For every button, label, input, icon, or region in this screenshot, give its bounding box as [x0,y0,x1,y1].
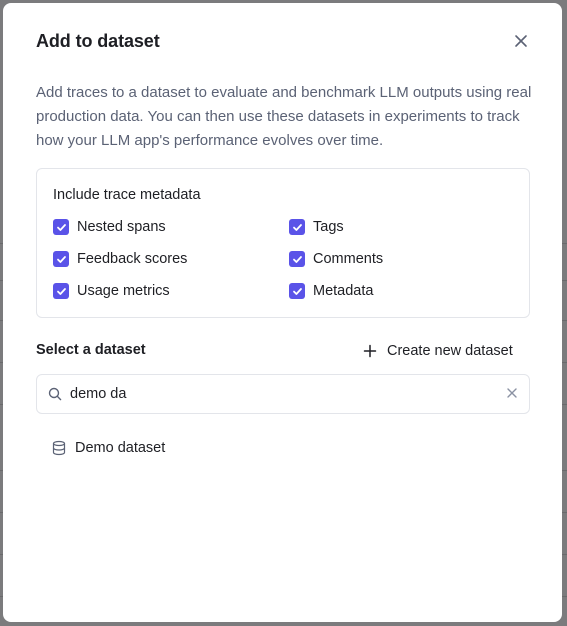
search-icon [48,387,62,401]
checkbox[interactable] [289,251,305,267]
plus-icon [363,344,377,358]
checkbox-nested-spans[interactable]: Nested spans [53,219,166,235]
dataset-option-label: Demo dataset [75,440,166,456]
check-icon [56,287,66,295]
trace-metadata-panel: Include trace metadata Nested spans Tags… [36,168,530,318]
checkbox-label: Metadata [313,283,374,299]
checkbox[interactable] [53,251,69,267]
dataset-option[interactable]: Demo dataset [51,440,165,456]
select-dataset-label: Select a dataset [36,342,146,358]
check-icon [292,255,302,263]
close-icon [515,35,527,47]
checkbox-label: Tags [313,219,344,235]
checkbox-label: Feedback scores [77,251,188,267]
checkbox-metadata[interactable]: Metadata [289,283,373,299]
dataset-search-input[interactable] [70,386,480,402]
checkbox-label: Usage metrics [77,283,170,299]
clear-icon [507,388,517,398]
checkbox-tags[interactable]: Tags [289,219,344,235]
create-new-dataset-label: Create new dataset [387,343,513,359]
dataset-search-box[interactable] [36,374,530,414]
checkbox[interactable] [289,219,305,235]
close-button[interactable] [511,31,531,51]
create-new-dataset-button[interactable]: Create new dataset [363,340,513,362]
checkbox-usage-metrics[interactable]: Usage metrics [53,283,170,299]
trace-metadata-title: Include trace metadata [53,187,201,203]
checkbox[interactable] [53,283,69,299]
checkbox-label: Comments [313,251,384,267]
dialog-title: Add to dataset [36,31,160,51]
clear-search-button[interactable] [506,387,518,399]
check-icon [292,287,302,295]
checkbox-feedback-scores[interactable]: Feedback scores [53,251,187,267]
check-icon [56,223,66,231]
checkbox[interactable] [289,283,305,299]
check-icon [56,255,66,263]
checkbox-label: Nested spans [77,219,166,235]
add-to-dataset-dialog: Add to dataset Add traces to a dataset t… [3,3,562,622]
checkbox-comments[interactable]: Comments [289,251,383,267]
dialog-description: Add traces to a dataset to evaluate and … [36,84,532,149]
checkbox[interactable] [53,219,69,235]
check-icon [292,223,302,231]
database-icon [51,440,67,456]
